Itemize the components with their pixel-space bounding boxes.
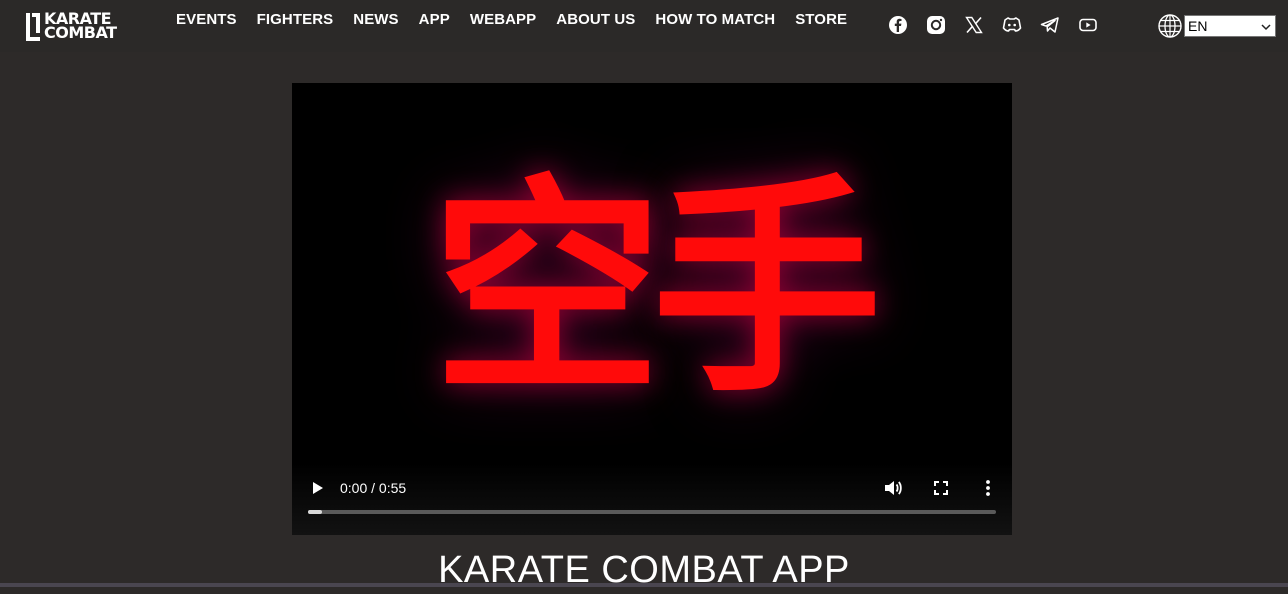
nav-webapp[interactable]: WEBAPP	[470, 11, 536, 28]
telegram-icon[interactable]	[1039, 14, 1061, 36]
nav-events[interactable]: EVENTS	[176, 11, 237, 28]
nav-fighters[interactable]: FIGHTERS	[257, 11, 334, 28]
chevron-down-icon	[1261, 18, 1271, 34]
logo-mark-icon	[25, 12, 41, 41]
logo-line-2: COMBAT	[44, 23, 117, 42]
main-nav: EVENTS FIGHTERS NEWS APP WEBAPP ABOUT US…	[176, 11, 867, 28]
language-select[interactable]: EN	[1184, 15, 1276, 37]
discord-icon[interactable]	[1001, 14, 1023, 36]
video-progress-fill	[308, 510, 322, 514]
video-controls: 0:00 / 0:55	[292, 463, 1012, 535]
video-time: 0:00 / 0:55	[340, 480, 407, 496]
video-frame-kanji: 空手	[292, 83, 1012, 488]
fullscreen-icon[interactable]	[930, 477, 952, 499]
facebook-icon[interactable]	[887, 14, 909, 36]
instagram-icon[interactable]	[925, 14, 947, 36]
bottom-divider	[0, 583, 1288, 587]
language-switcher: EN	[1157, 13, 1276, 39]
language-selected-value: EN	[1188, 18, 1208, 34]
video-player[interactable]: 空手 0:00 / 0:55	[292, 83, 1012, 535]
youtube-icon[interactable]	[1077, 14, 1099, 36]
nav-about-us[interactable]: ABOUT US	[556, 11, 635, 28]
site-header: KARATE COMBAT EVENTS FIGHTERS NEWS APP W…	[0, 0, 1288, 52]
nav-news[interactable]: NEWS	[353, 11, 398, 28]
globe-icon	[1157, 13, 1183, 39]
logo-text: KARATE COMBAT	[44, 11, 117, 42]
video-progress-bar[interactable]	[308, 510, 996, 514]
karate-combat-logo[interactable]: KARATE COMBAT	[25, 9, 120, 43]
play-icon[interactable]	[308, 479, 326, 497]
nav-store[interactable]: STORE	[795, 11, 847, 28]
x-icon[interactable]	[963, 14, 985, 36]
volume-icon[interactable]	[882, 477, 904, 499]
more-options-icon[interactable]	[978, 477, 998, 499]
social-links	[887, 14, 1115, 36]
nav-app[interactable]: APP	[419, 11, 450, 28]
nav-how-to-match[interactable]: HOW TO MATCH	[655, 11, 775, 28]
kanji-text: 空手	[431, 156, 882, 424]
